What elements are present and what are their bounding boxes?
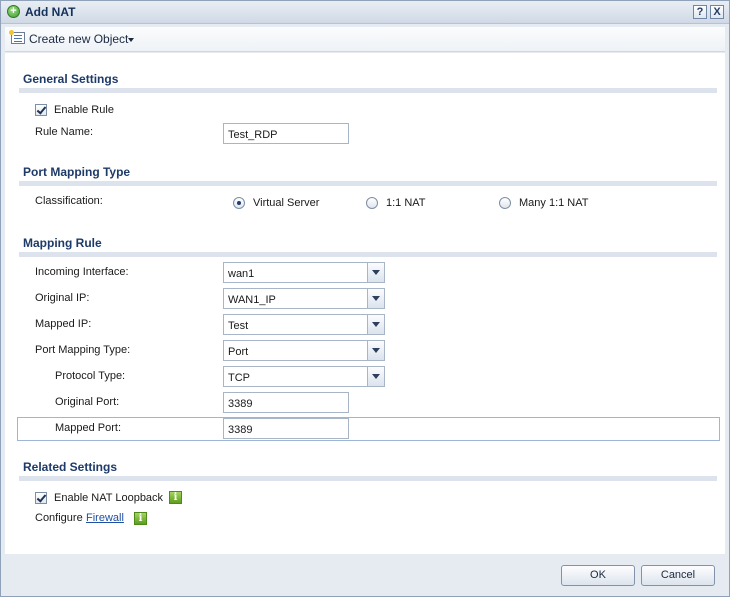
many-one-to-one-nat-radio[interactable]	[499, 197, 511, 209]
mapping-rule-heading: Mapping Rule	[23, 236, 102, 250]
port-mapping-type-value: Port	[228, 346, 249, 358]
chevron-down-icon[interactable]	[367, 341, 384, 360]
port-mapping-type-label: Port Mapping Type:	[35, 344, 131, 356]
title-bar[interactable]: + Add NAT ? X	[1, 1, 729, 24]
many-one-to-one-nat-label: Many 1:1 NAT	[519, 197, 589, 209]
create-new-object-label: Create new Object	[29, 32, 129, 46]
enable-rule-checkbox[interactable]	[35, 104, 47, 116]
one-to-one-nat-radio[interactable]	[366, 197, 378, 209]
help-button[interactable]: ?	[693, 5, 707, 19]
protocol-type-label: Protocol Type:	[55, 370, 126, 382]
protocol-type-value: TCP	[228, 372, 250, 384]
section-divider	[19, 476, 717, 481]
chevron-down-icon[interactable]	[367, 315, 384, 334]
original-port-field[interactable]: 3389	[223, 392, 349, 413]
rule-name-label: Rule Name:	[35, 126, 94, 138]
ok-button[interactable]: OK	[561, 565, 635, 586]
mapped-port-row	[17, 417, 720, 441]
enable-nat-loopback-checkbox[interactable]	[35, 492, 47, 504]
original-ip-label: Original IP:	[35, 292, 90, 304]
chevron-down-icon[interactable]	[367, 263, 384, 282]
close-button[interactable]: X	[710, 5, 724, 19]
original-ip-value: WAN1_IP	[228, 294, 276, 306]
firewall-link[interactable]: Firewall	[86, 512, 124, 524]
mapped-ip-select[interactable]: Test	[223, 314, 385, 335]
port-mapping-type-select[interactable]: Port	[223, 340, 385, 361]
dialog-footer: OK Cancel	[5, 556, 725, 594]
info-icon[interactable]: i	[169, 491, 182, 504]
original-port-label: Original Port:	[55, 396, 120, 408]
section-divider	[19, 252, 717, 257]
virtual-server-radio[interactable]	[233, 197, 245, 209]
general-settings-heading: General Settings	[23, 72, 119, 86]
chevron-down-icon	[128, 38, 134, 42]
enable-rule-label: Enable Rule	[54, 104, 114, 116]
chevron-down-icon[interactable]	[367, 289, 384, 308]
enable-nat-loopback-label: Enable NAT Loopback	[54, 492, 164, 504]
original-ip-select[interactable]: WAN1_IP	[223, 288, 385, 309]
virtual-server-label: Virtual Server	[253, 197, 320, 209]
cancel-button[interactable]: Cancel	[641, 565, 715, 586]
form-content: General Settings Enable Rule Rule Name: …	[5, 53, 725, 554]
one-to-one-nat-label: 1:1 NAT	[386, 197, 426, 209]
section-divider	[19, 88, 717, 93]
add-circle-icon: +	[7, 5, 20, 18]
incoming-interface-select[interactable]: wan1	[223, 262, 385, 283]
port-mapping-type-heading: Port Mapping Type	[23, 165, 131, 179]
mapped-ip-value: Test	[228, 320, 249, 332]
incoming-interface-value: wan1	[228, 268, 255, 280]
classification-label: Classification:	[35, 195, 103, 207]
related-settings-heading: Related Settings	[23, 460, 118, 474]
mapped-port-label: Mapped Port:	[55, 422, 122, 434]
info-icon[interactable]: i	[134, 512, 147, 525]
add-nat-dialog: + Add NAT ? X Create new Object General …	[0, 0, 730, 597]
create-object-icon	[9, 30, 25, 44]
mapped-ip-label: Mapped IP:	[35, 318, 92, 330]
configure-label: Configure	[35, 512, 83, 524]
toolbar: Create new Object	[5, 27, 725, 52]
dialog-title: Add NAT	[25, 5, 76, 19]
incoming-interface-label: Incoming Interface:	[35, 266, 129, 278]
chevron-down-icon[interactable]	[367, 367, 384, 386]
mapped-port-field[interactable]: 3389	[223, 418, 349, 439]
section-divider	[19, 181, 717, 186]
protocol-type-select[interactable]: TCP	[223, 366, 385, 387]
rule-name-field[interactable]: Test_RDP	[223, 123, 349, 144]
